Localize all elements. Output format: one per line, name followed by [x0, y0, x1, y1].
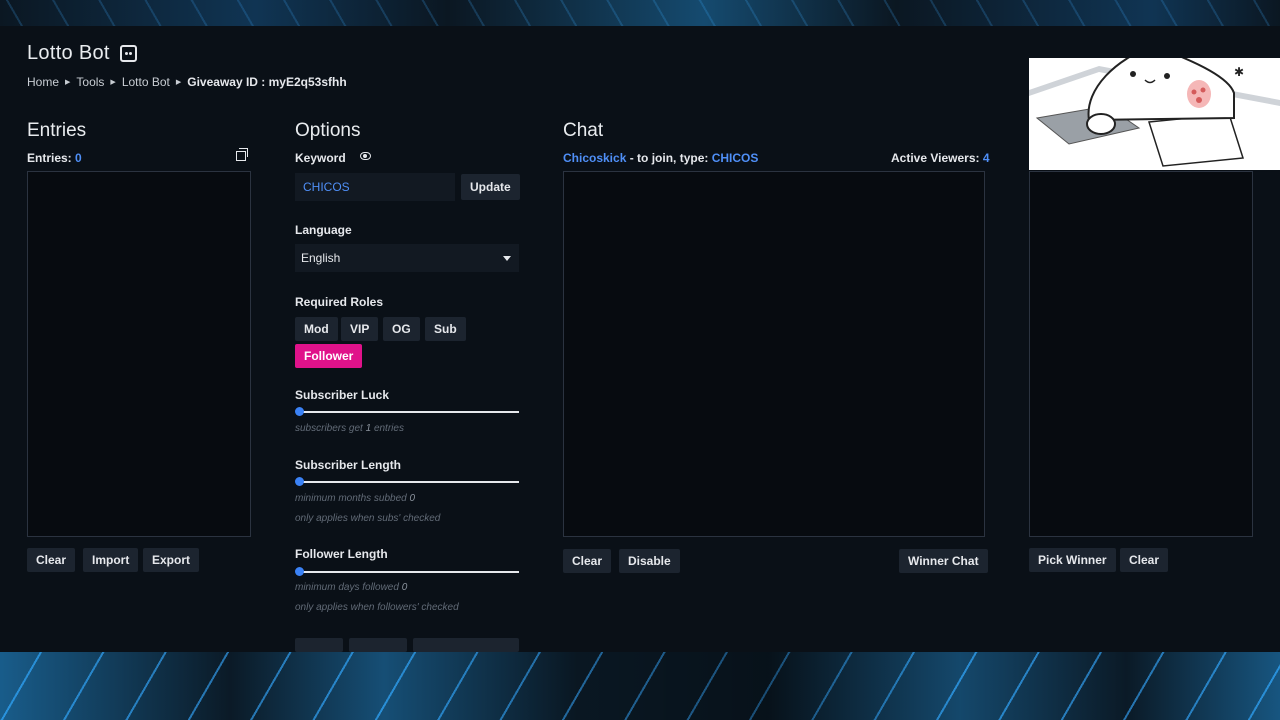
winner-clear-button[interactable]: Clear — [1120, 548, 1169, 572]
breadcrumb: Home ▶ Tools ▶ Lotto Bot ▶ Giveaway ID :… — [27, 75, 347, 89]
breadcrumb-giveaway-id: Giveaway ID : myE2q53sfhh — [187, 75, 347, 89]
role-sub-button[interactable]: Sub — [425, 317, 466, 341]
winner-chat-button[interactable]: Winner Chat — [899, 549, 988, 573]
language-label: Language — [295, 223, 352, 237]
subscriber-luck-slider[interactable] — [295, 407, 519, 416]
chat-keyword: CHICOS — [711, 151, 759, 165]
language-select[interactable]: English — [295, 244, 519, 272]
partially-visible-button[interactable] — [295, 638, 343, 652]
slider-handle[interactable] — [295, 567, 304, 576]
role-vip-button[interactable]: VIP — [341, 317, 379, 341]
winner-panel[interactable] — [1029, 171, 1253, 537]
subscriber-length-note: only applies when subs' checked — [295, 513, 441, 524]
robot-icon — [119, 45, 137, 62]
entries-clear-button[interactable]: Clear — [27, 548, 76, 572]
keyword-label: Keyword — [295, 151, 346, 165]
subscriber-length-hint: minimum months subbed 0 — [295, 493, 416, 504]
subscriber-luck-label: Subscriber Luck — [295, 388, 390, 402]
follower-length-label: Follower Length — [295, 547, 388, 561]
copy-icon[interactable] — [236, 148, 248, 161]
follower-length-slider[interactable] — [295, 567, 519, 576]
page-header: Lotto Bot Home ▶ Tools ▶ Lotto Bot ▶ Giv… — [27, 42, 347, 89]
subscriber-length-slider[interactable] — [295, 477, 519, 486]
breadcrumb-separator-icon: ▶ — [110, 79, 116, 86]
options-title: Options — [295, 120, 361, 141]
entries-export-button[interactable]: Export — [143, 548, 200, 572]
bottom-background-decoration — [0, 652, 1280, 720]
breadcrumb-tools[interactable]: Tools — [76, 75, 104, 89]
active-viewers-count: 4 — [982, 151, 990, 165]
slider-handle[interactable] — [295, 477, 304, 486]
chat-join-instructions: Chicoskick - to join, type: CHICOS — [563, 151, 759, 165]
page-title: Lotto Bot — [27, 42, 110, 64]
svg-text:✱: ✱ — [1234, 65, 1244, 79]
breadcrumb-lotto-bot[interactable]: Lotto Bot — [122, 75, 170, 89]
bongo-cat-overlay: ✱ — [1029, 58, 1280, 170]
entries-count-row: Entries: 0 — [27, 151, 82, 165]
entries-title: Entries — [27, 120, 87, 141]
follower-length-hint: minimum days followed 0 — [295, 582, 408, 593]
entries-list[interactable] — [27, 171, 251, 537]
role-og-button[interactable]: OG — [383, 317, 420, 341]
partially-visible-button[interactable] — [413, 638, 519, 652]
breadcrumb-separator-icon: ▶ — [65, 79, 71, 86]
partially-visible-button[interactable] — [349, 638, 407, 652]
pick-winner-button[interactable]: Pick Winner — [1029, 548, 1116, 572]
subscriber-luck-hint: subscribers get 1 entries — [295, 423, 404, 434]
slider-handle[interactable] — [295, 407, 304, 416]
eye-icon[interactable] — [360, 152, 371, 160]
subscriber-length-label: Subscriber Length — [295, 458, 402, 472]
active-viewers: Active Viewers: 4 — [891, 151, 990, 165]
update-button[interactable]: Update — [461, 174, 520, 200]
role-mod-button[interactable]: Mod — [295, 317, 338, 341]
entries-count: 0 — [75, 151, 82, 165]
top-background-decoration — [0, 0, 1280, 26]
breadcrumb-home[interactable]: Home — [27, 75, 59, 89]
entries-count-label: Entries: — [27, 151, 72, 165]
chat-clear-button[interactable]: Clear — [563, 549, 612, 573]
chevron-down-icon — [503, 256, 511, 261]
chat-disable-button[interactable]: Disable — [619, 549, 680, 573]
chat-log[interactable] — [563, 171, 985, 537]
role-follower-button[interactable]: Follower — [295, 344, 363, 368]
keyword-input[interactable]: CHICOS — [295, 173, 455, 201]
breadcrumb-separator-icon: ▶ — [175, 79, 182, 86]
entries-import-button[interactable]: Import — [83, 548, 139, 572]
chat-channel-link[interactable]: Chicoskick — [563, 151, 626, 165]
required-roles-label: Required Roles — [295, 295, 384, 309]
language-selected-value: English — [301, 251, 341, 265]
follower-length-note: only applies when followers' checked — [295, 602, 459, 613]
cat-illustration: ✱ — [1029, 58, 1280, 170]
chat-title: Chat — [563, 120, 604, 141]
